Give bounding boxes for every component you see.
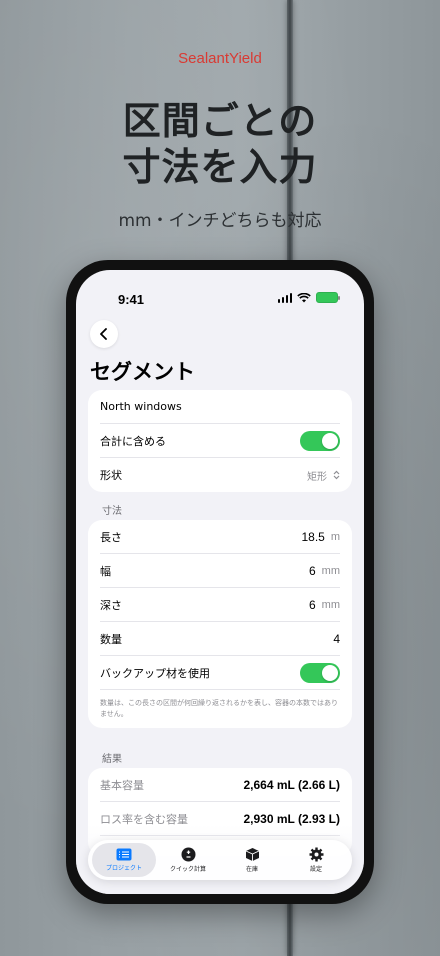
dimensions-section-label: 寸法 xyxy=(102,506,122,517)
base-volume-label: 基本容量 xyxy=(100,778,144,792)
quantity-input[interactable]: 4 xyxy=(333,632,340,646)
chevron-up-down-icon xyxy=(333,470,340,480)
box-icon xyxy=(245,848,259,861)
headline-line-2: 寸法を入力 xyxy=(122,145,318,189)
depth-label: 深さ xyxy=(100,598,122,612)
dimensions-card: 長さ 18.5 m 幅 6 mm 深さ 6 mm 数量 4 バックアップ材を使用… xyxy=(88,520,352,728)
signal-icon xyxy=(277,292,292,303)
phone-screen: 9:41 セグメント North windows 合計に含める 形状 矩形 寸法… xyxy=(76,270,364,894)
depth-unit: mm xyxy=(321,598,340,611)
shape-picker[interactable]: 矩形 xyxy=(307,468,340,483)
length-unit: m xyxy=(330,530,340,543)
brand-name: SealantYield xyxy=(178,50,262,67)
promo-headline: 区間ごとの 寸法を入力 xyxy=(0,98,440,190)
include-total-toggle[interactable] xyxy=(300,430,340,451)
results-section-label: 結果 xyxy=(102,754,122,765)
gear-icon xyxy=(309,847,323,862)
width-input[interactable]: 6 xyxy=(309,564,316,578)
width-unit: mm xyxy=(321,564,340,577)
status-icons xyxy=(277,292,340,303)
quantity-row: 数量 4 xyxy=(100,622,340,656)
width-row: 幅 6 mm xyxy=(100,554,340,588)
tab-projects-label: プロジェクト xyxy=(105,865,142,872)
segment-name-field[interactable]: North windows xyxy=(100,400,182,413)
include-total-row: 合計に含める xyxy=(100,424,340,458)
status-time: 9:41 xyxy=(118,292,145,307)
phone-frame: 9:41 セグメント North windows 合計に含める 形状 矩形 寸法… xyxy=(66,260,374,904)
chevron-left-icon xyxy=(100,328,107,340)
tab-projects[interactable]: プロジェクト xyxy=(92,843,156,877)
tab-inventory[interactable]: 在庫 xyxy=(220,843,284,877)
quantity-note: 数量は、この長さの区間が何回繰り返されるかを表し、容器の本数ではありません。 xyxy=(100,699,338,718)
backer-rod-label: バックアップ材を使用 xyxy=(100,666,210,680)
status-bar: 9:41 xyxy=(76,270,364,314)
tab-bar: プロジェクト クイック計算 在庫 設定 xyxy=(88,840,352,880)
tab-inventory-label: 在庫 xyxy=(245,866,258,873)
length-row: 長さ 18.5 m xyxy=(100,520,340,554)
base-volume-value: 2,664 mL (2.66 L) xyxy=(243,777,341,792)
tab-quick-calc-label: クイック計算 xyxy=(169,866,206,873)
shape-label: 形状 xyxy=(100,469,122,482)
width-label: 幅 xyxy=(100,564,111,578)
shape-row[interactable]: 形状 矩形 xyxy=(100,458,340,492)
segment-name-row[interactable]: North windows xyxy=(100,390,340,424)
battery-icon xyxy=(316,292,340,303)
length-input[interactable]: 18.5 xyxy=(301,530,324,544)
plus-minus-icon xyxy=(181,847,195,862)
wifi-icon xyxy=(297,292,311,302)
shape-value: 矩形 xyxy=(307,471,327,483)
promo-subline: mm・インチどちらも対応 xyxy=(118,211,322,231)
segment-card: North windows 合計に含める 形状 矩形 xyxy=(88,390,352,492)
backer-rod-row: バックアップ材を使用 xyxy=(100,656,340,690)
include-total-label: 合計に含める xyxy=(100,434,166,448)
headline-line-1: 区間ごとの xyxy=(122,99,318,143)
length-label: 長さ xyxy=(100,530,122,544)
list-icon xyxy=(116,848,132,861)
quantity-label: 数量 xyxy=(100,632,122,646)
page-title: セグメント xyxy=(90,360,195,384)
base-volume-row: 基本容量 2,664 mL (2.66 L) xyxy=(100,768,340,802)
depth-input[interactable]: 6 xyxy=(309,598,316,612)
tab-quick-calc[interactable]: クイック計算 xyxy=(156,843,220,877)
tab-settings[interactable]: 設定 xyxy=(284,843,348,877)
depth-row: 深さ 6 mm xyxy=(100,588,340,622)
back-button[interactable] xyxy=(90,320,118,348)
backer-rod-toggle[interactable] xyxy=(300,662,340,683)
tab-settings-label: 設定 xyxy=(309,866,322,873)
